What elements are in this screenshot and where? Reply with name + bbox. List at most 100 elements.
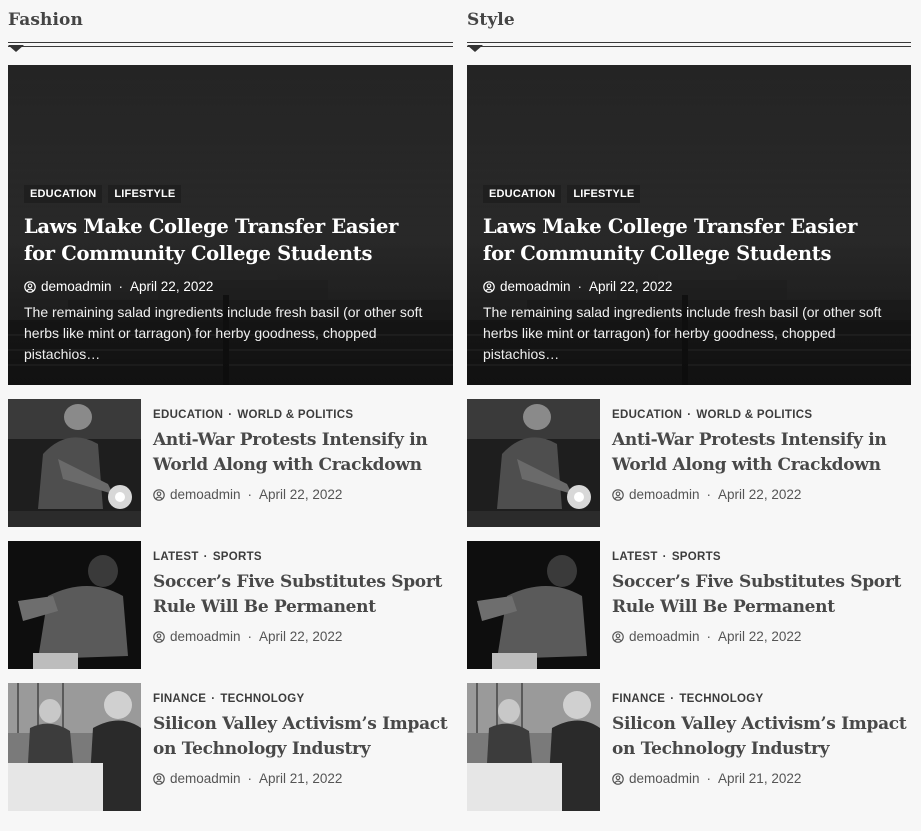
post-date: April 21, 2022 bbox=[259, 771, 343, 786]
category-separator: · bbox=[203, 551, 208, 563]
post-meta: demoadmin · April 22, 2022 bbox=[483, 279, 887, 294]
post-title[interactable]: Anti-War Protests Intensify in World Alo… bbox=[153, 428, 453, 477]
author-link[interactable]: demoadmin bbox=[629, 629, 700, 644]
category-list: LATEST · SPORTS bbox=[612, 551, 911, 563]
post-thumbnail[interactable] bbox=[8, 541, 141, 669]
section-divider bbox=[467, 42, 911, 47]
author-link[interactable]: demoadmin bbox=[170, 629, 241, 644]
post-date: April 22, 2022 bbox=[718, 487, 802, 502]
item-body: LATEST · SPORTS Soccer’s Five Substitute… bbox=[153, 551, 453, 644]
post-thumbnail[interactable] bbox=[467, 683, 600, 811]
post-title[interactable]: Soccer’s Five Substitutes Sport Rule Wil… bbox=[612, 570, 911, 619]
featured-title[interactable]: Laws Make College Transfer Easier for Co… bbox=[24, 213, 429, 267]
author-link[interactable]: demoadmin bbox=[500, 279, 571, 294]
meta-separator: · bbox=[247, 629, 253, 644]
category-link[interactable]: EDUCATION bbox=[612, 409, 682, 421]
category-link[interactable]: LATEST bbox=[153, 551, 199, 563]
triangle-down-icon bbox=[467, 45, 483, 52]
featured-tags: EDUCATION LIFESTYLE bbox=[483, 185, 887, 203]
post-thumbnail[interactable] bbox=[8, 683, 141, 811]
item-body: EDUCATION · WORLD & POLITICS Anti-War Pr… bbox=[153, 409, 453, 502]
category-link[interactable]: TECHNOLOGY bbox=[220, 693, 304, 705]
item-body: EDUCATION · WORLD & POLITICS Anti-War Pr… bbox=[612, 409, 911, 502]
post-meta: demoadmin · April 22, 2022 bbox=[153, 629, 453, 644]
user-circle-icon bbox=[612, 630, 624, 643]
author-link[interactable]: demoadmin bbox=[170, 771, 241, 786]
featured-post[interactable]: EDUCATION LIFESTYLE Laws Make College Tr… bbox=[467, 65, 911, 385]
meta-separator: · bbox=[247, 487, 253, 502]
post-meta: demoadmin · April 22, 2022 bbox=[153, 487, 453, 502]
post-date: April 22, 2022 bbox=[130, 279, 214, 294]
list-item: FINANCE · TECHNOLOGY Silicon Valley Acti… bbox=[467, 683, 911, 811]
fashion-column: Fashion EDUCATION LIFESTYLE Laws Make Co… bbox=[8, 0, 453, 811]
author-link[interactable]: demoadmin bbox=[41, 279, 112, 294]
list-item: LATEST · SPORTS Soccer’s Five Substitute… bbox=[8, 541, 453, 669]
item-body: FINANCE · TECHNOLOGY Silicon Valley Acti… bbox=[612, 693, 911, 786]
category-link[interactable]: LATEST bbox=[612, 551, 658, 563]
featured-tags: EDUCATION LIFESTYLE bbox=[24, 185, 429, 203]
author-link[interactable]: demoadmin bbox=[629, 771, 700, 786]
meta-separator: · bbox=[706, 487, 712, 502]
triangle-down-icon bbox=[8, 45, 24, 52]
post-title[interactable]: Silicon Valley Activism’s Impact on Tech… bbox=[612, 712, 911, 761]
post-thumbnail[interactable] bbox=[8, 399, 141, 527]
author-link[interactable]: demoadmin bbox=[170, 487, 241, 502]
list-item: LATEST · SPORTS Soccer’s Five Substitute… bbox=[467, 541, 911, 669]
post-meta: demoadmin · April 21, 2022 bbox=[153, 771, 453, 786]
section-title[interactable]: Fashion bbox=[8, 10, 83, 30]
category-link[interactable]: FINANCE bbox=[153, 693, 206, 705]
category-link[interactable]: SPORTS bbox=[213, 551, 262, 563]
post-thumbnail[interactable] bbox=[467, 541, 600, 669]
section-header: Style bbox=[467, 0, 911, 52]
category-separator: · bbox=[662, 551, 667, 563]
category-separator: · bbox=[211, 693, 216, 705]
category-separator: · bbox=[687, 409, 692, 421]
meta-separator: · bbox=[706, 629, 712, 644]
category-link[interactable]: FINANCE bbox=[612, 693, 665, 705]
category-link[interactable]: SPORTS bbox=[672, 551, 721, 563]
featured-content: EDUCATION LIFESTYLE Laws Make College Tr… bbox=[24, 185, 429, 365]
user-circle-icon bbox=[612, 772, 624, 785]
list-item: EDUCATION · WORLD & POLITICS Anti-War Pr… bbox=[467, 399, 911, 527]
post-title[interactable]: Silicon Valley Activism’s Impact on Tech… bbox=[153, 712, 453, 761]
category-list: FINANCE · TECHNOLOGY bbox=[153, 693, 453, 705]
post-date: April 22, 2022 bbox=[589, 279, 673, 294]
user-circle-icon bbox=[153, 772, 165, 785]
user-circle-icon bbox=[612, 488, 624, 501]
tag-lifestyle[interactable]: LIFESTYLE bbox=[108, 185, 182, 203]
tag-education[interactable]: EDUCATION bbox=[483, 185, 562, 203]
meta-separator: · bbox=[706, 771, 712, 786]
meta-separator: · bbox=[577, 279, 583, 294]
post-date: April 22, 2022 bbox=[718, 629, 802, 644]
meta-separator: · bbox=[118, 279, 124, 294]
user-circle-icon bbox=[153, 630, 165, 643]
category-separator: · bbox=[228, 409, 233, 421]
category-link[interactable]: EDUCATION bbox=[153, 409, 223, 421]
section-header: Fashion bbox=[8, 0, 453, 52]
item-body: LATEST · SPORTS Soccer’s Five Substitute… bbox=[612, 551, 911, 644]
category-link[interactable]: TECHNOLOGY bbox=[679, 693, 763, 705]
section-divider bbox=[8, 42, 453, 47]
featured-title[interactable]: Laws Make College Transfer Easier for Co… bbox=[483, 213, 887, 267]
category-list: LATEST · SPORTS bbox=[153, 551, 453, 563]
tag-lifestyle[interactable]: LIFESTYLE bbox=[567, 185, 641, 203]
item-body: FINANCE · TECHNOLOGY Silicon Valley Acti… bbox=[153, 693, 453, 786]
post-date: April 21, 2022 bbox=[718, 771, 802, 786]
featured-excerpt: The remaining salad ingredients include … bbox=[24, 304, 423, 362]
section-title[interactable]: Style bbox=[467, 10, 515, 30]
post-thumbnail[interactable] bbox=[467, 399, 600, 527]
post-date: April 22, 2022 bbox=[259, 487, 343, 502]
post-title[interactable]: Soccer’s Five Substitutes Sport Rule Wil… bbox=[153, 570, 453, 619]
featured-post[interactable]: EDUCATION LIFESTYLE Laws Make College Tr… bbox=[8, 65, 453, 385]
category-link[interactable]: WORLD & POLITICS bbox=[237, 409, 353, 421]
post-date: April 22, 2022 bbox=[259, 629, 343, 644]
author-link[interactable]: demoadmin bbox=[629, 487, 700, 502]
tag-education[interactable]: EDUCATION bbox=[24, 185, 103, 203]
category-list: EDUCATION · WORLD & POLITICS bbox=[612, 409, 911, 421]
featured-content: EDUCATION LIFESTYLE Laws Make College Tr… bbox=[483, 185, 887, 365]
post-title[interactable]: Anti-War Protests Intensify in World Alo… bbox=[612, 428, 911, 477]
post-meta: demoadmin · April 21, 2022 bbox=[612, 771, 911, 786]
category-link[interactable]: WORLD & POLITICS bbox=[696, 409, 812, 421]
post-meta: demoadmin · April 22, 2022 bbox=[612, 629, 911, 644]
user-circle-icon bbox=[24, 280, 36, 293]
